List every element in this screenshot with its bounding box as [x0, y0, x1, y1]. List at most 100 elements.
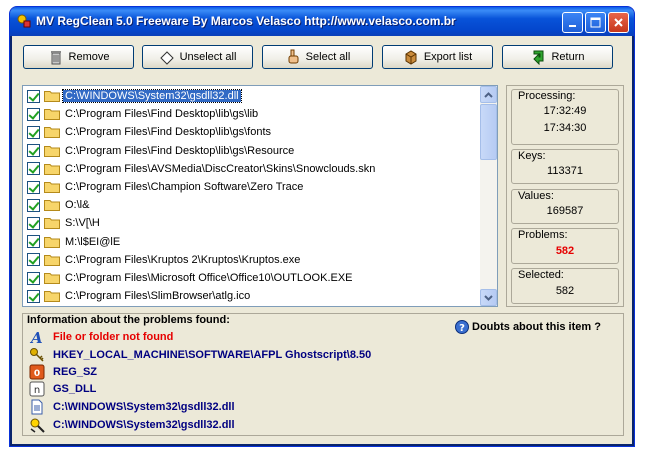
help-icon: ?	[455, 320, 469, 334]
problem-list[interactable]: C:\WINDOWS\System32\gsdll32.dll C:\Progra…	[22, 85, 498, 307]
item-checkbox[interactable]	[27, 107, 40, 121]
title-bar[interactable]: MV RegClean 5.0 Freeware By Marcos Velas…	[10, 7, 634, 36]
doubts-button[interactable]: ? Doubts about this item ?	[455, 320, 601, 334]
client-area: Remove Unselect all Select all Export li…	[14, 37, 631, 443]
scroll-thumb[interactable]	[480, 104, 497, 160]
folder-icon	[44, 254, 60, 266]
missing-path-text: C:\WINDOWS\System32\gsdll32.dll	[53, 418, 235, 431]
item-path: C:\Program Files\Find Desktop\lib\gs\Res…	[65, 144, 295, 157]
export-icon	[405, 50, 417, 65]
value-name-text: GS_DLL	[53, 382, 97, 395]
list-item[interactable]: C:\Program Files\SlimBrowser\atlg.ico	[23, 287, 481, 305]
registry-value-icon: 0	[29, 364, 45, 379]
list-item[interactable]: C:\Program Files\Find Desktop\lib\gs\Res…	[23, 142, 481, 160]
app-icon	[17, 14, 31, 28]
folder-icon	[44, 182, 60, 193]
folder-icon	[44, 91, 60, 102]
selected-box: Selected: 582	[511, 268, 619, 304]
return-label: Return	[551, 51, 585, 63]
close-button[interactable]	[608, 12, 629, 33]
export-list-label: Export list	[423, 51, 473, 63]
folder-icon	[44, 236, 60, 248]
scroll-down-button[interactable]	[480, 289, 497, 306]
close-icon	[614, 18, 623, 27]
svg-text:n: n	[34, 385, 40, 396]
document-icon	[31, 399, 43, 414]
processing-end-value: 17:34:30	[543, 122, 587, 134]
item-path: C:\Program Files\AVSMedia\DiscCreator\Sk…	[65, 162, 376, 175]
svg-text:A: A	[29, 329, 43, 345]
folder-icon	[44, 127, 60, 139]
item-checkbox[interactable]	[27, 235, 40, 249]
item-checkbox[interactable]	[27, 144, 40, 158]
remove-button[interactable]: Remove	[23, 45, 134, 69]
problems-box: Problems: 582	[511, 228, 619, 264]
processing-box: Processing: 17:32:49 17:34:30	[511, 89, 619, 145]
chevron-up-icon	[484, 91, 493, 98]
problems-label: Problems:	[518, 229, 568, 241]
info-row-value-name: n GS_DLL	[29, 380, 96, 397]
folder-icon	[44, 109, 60, 121]
string-value-icon: n	[29, 381, 45, 396]
key-icon	[30, 347, 44, 362]
return-arrow-icon	[533, 50, 544, 65]
problems-value: 582	[555, 245, 575, 257]
value-type-text: REG_SZ	[53, 365, 98, 378]
export-list-button[interactable]: Export list	[382, 45, 493, 69]
list-item[interactable]: S:\V[\H	[23, 214, 481, 232]
item-path: C:\Program Files\SlimBrowser\atlg.ico	[65, 290, 251, 303]
minimize-button[interactable]	[562, 12, 583, 33]
minimize-icon	[568, 24, 576, 27]
eraser-icon	[159, 51, 174, 65]
list-item[interactable]: C:\Program Files\Find Desktop\lib\gs\lib	[23, 105, 481, 123]
info-row-problem-type: A File or folder not found	[29, 328, 173, 345]
processing-start-value: 17:32:49	[543, 105, 587, 117]
chevron-down-icon	[484, 294, 493, 301]
trash-icon	[50, 51, 61, 65]
item-checkbox[interactable]	[27, 253, 40, 267]
keys-box: Keys: 113371	[511, 149, 619, 184]
item-checkbox[interactable]	[27, 198, 40, 212]
select-all-button[interactable]: Select all	[262, 45, 373, 69]
item-checkbox[interactable]	[27, 89, 40, 103]
unselect-all-button[interactable]: Unselect all	[142, 45, 253, 69]
scroll-up-button[interactable]	[480, 86, 497, 103]
keys-value: 113371	[547, 165, 583, 177]
problem-type-text: File or folder not found	[53, 330, 174, 343]
vertical-scrollbar[interactable]	[480, 86, 497, 306]
unselect-all-label: Unselect all	[179, 51, 237, 63]
list-item[interactable]: C:\Program Files\Find Desktop\lib\gs\fon…	[23, 123, 481, 141]
list-item[interactable]: C:\WINDOWS\System32\gsdll32.dll	[23, 87, 481, 105]
list-item[interactable]: C:\Program Files\AVSMedia\DiscCreator\Sk…	[23, 160, 481, 178]
list-item[interactable]: M:\l$EI@lE	[23, 233, 481, 251]
info-panel: Information about the problems found: ? …	[22, 313, 624, 436]
item-checkbox[interactable]	[27, 125, 40, 139]
item-path: O:\l&	[65, 199, 90, 212]
folder-icon	[44, 200, 60, 212]
item-checkbox[interactable]	[27, 289, 40, 303]
list-item[interactable]: C:\Program Files\Kruptos 2\Kruptos\Krupt…	[23, 251, 481, 269]
svg-text:0: 0	[34, 369, 40, 379]
item-path: C:\Program Files\Kruptos 2\Kruptos\Krupt…	[65, 253, 301, 266]
maximize-button[interactable]	[585, 12, 606, 33]
item-checkbox[interactable]	[27, 216, 40, 230]
list-item[interactable]: O:\l&	[23, 196, 481, 214]
item-checkbox[interactable]	[27, 271, 40, 285]
item-checkbox[interactable]	[27, 180, 40, 194]
selected-value: 582	[555, 285, 575, 297]
folder-icon	[44, 145, 60, 157]
info-title: Information about the problems found:	[27, 314, 230, 326]
list-item[interactable]: C:\Program Files\Champion Software\Zero …	[23, 178, 481, 196]
item-path: C:\WINDOWS\System32\gsdll32.dll	[62, 89, 242, 103]
window-title: MV RegClean 5.0 Freeware By Marcos Velas…	[36, 14, 456, 28]
values-box: Values: 169587	[511, 189, 619, 224]
item-path: C:\Program Files\Find Desktop\lib\gs\lib	[65, 108, 259, 121]
return-button[interactable]: Return	[502, 45, 613, 69]
item-checkbox[interactable]	[27, 162, 40, 176]
list-item[interactable]: C:\Program Files\Microsoft Office\Office…	[23, 269, 481, 287]
svg-text:?: ?	[459, 323, 465, 334]
info-row-value-data: C:\WINDOWS\System32\gsdll32.dll	[29, 398, 235, 415]
info-row-value-type: 0 REG_SZ	[29, 363, 97, 380]
values-value: 169587	[546, 205, 584, 217]
info-row-missing-path: C:\WINDOWS\System32\gsdll32.dll	[29, 416, 235, 433]
